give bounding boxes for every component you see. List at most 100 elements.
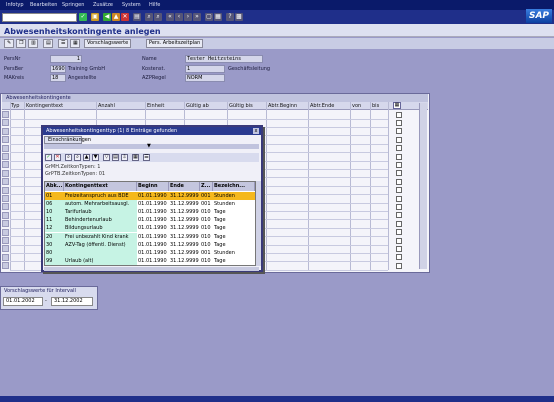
col-gueltig-bis[interactable]: Gültig bis xyxy=(229,103,253,109)
row-selector[interactable] xyxy=(2,111,9,118)
row-selector[interactable] xyxy=(2,153,9,160)
popcol-beginn[interactable]: Beginn xyxy=(137,182,169,191)
table-scrollbar[interactable] xyxy=(419,103,427,269)
delete-icon[interactable]: ▥ xyxy=(28,39,38,48)
row-selector[interactable] xyxy=(2,237,9,244)
back-icon[interactable]: ◀ xyxy=(103,13,111,21)
row-selector[interactable] xyxy=(2,245,9,253)
find-icon[interactable]: ⌕ xyxy=(65,154,72,161)
row-selector[interactable] xyxy=(2,211,9,219)
print-icon[interactable]: ▤ xyxy=(133,13,141,21)
row-checkbox[interactable] xyxy=(396,187,402,194)
col-von[interactable]: von xyxy=(352,103,361,109)
vorschlagswerte-button[interactable]: Vorschlagswerte xyxy=(84,39,132,48)
row-checkbox[interactable] xyxy=(396,161,402,168)
makreis-code-field[interactable]: 18 xyxy=(50,74,66,82)
find-next-icon[interactable]: ⌕ xyxy=(154,13,162,21)
export-icon[interactable]: ⇩ xyxy=(121,154,128,161)
new-session-icon[interactable]: ▢ xyxy=(205,13,213,21)
row-selector[interactable] xyxy=(2,127,9,135)
name-field[interactable]: Tester Heitzsteins xyxy=(185,55,263,63)
row-checkbox[interactable] xyxy=(396,136,402,143)
filter-icon[interactable]: ▽ xyxy=(103,154,110,161)
help-icon[interactable]: ? xyxy=(226,13,234,21)
cancel-icon[interactable]: ✕ xyxy=(121,13,129,21)
pers-arbeitszeitplan-button[interactable]: Pers. Arbeitszeitplan xyxy=(146,39,204,48)
list-icon[interactable]: ☰ xyxy=(58,39,68,48)
row-selector[interactable] xyxy=(2,220,9,228)
list-item[interactable]: 80 01.01.1990 31.12.9999 001 Stunden xyxy=(45,248,255,257)
row-checkbox[interactable] xyxy=(396,128,402,135)
col-anzahl[interactable]: Anzahl xyxy=(98,103,115,109)
row-checkbox[interactable] xyxy=(396,153,402,160)
list-item[interactable]: 11 Behindertenurlaub 01.01.1990 31.12.9999 0… xyxy=(45,216,255,225)
menu-hilfe[interactable]: Hilfe xyxy=(149,2,160,8)
cancel-icon[interactable]: ✕ xyxy=(54,154,61,161)
list-item[interactable]: 20 Frei unbezahlt Kind krank 01.01.1990 31.… xyxy=(45,232,255,241)
find-next-icon[interactable]: ⌕ xyxy=(74,154,81,161)
row-selector[interactable] xyxy=(2,169,9,177)
row-checkbox[interactable] xyxy=(396,262,402,269)
first-page-icon[interactable]: « xyxy=(166,13,174,21)
find-icon[interactable]: ⌕ xyxy=(145,13,153,21)
row-checkbox[interactable] xyxy=(396,254,402,261)
row-checkbox[interactable] xyxy=(396,119,402,126)
row-checkbox[interactable] xyxy=(396,170,402,177)
menu-system[interactable]: System xyxy=(122,2,141,8)
confirm-icon[interactable]: ✓ xyxy=(45,154,52,161)
menu-bearbeiten[interactable]: Bearbeiten xyxy=(30,2,57,8)
table-settings-icon[interactable]: ▦ xyxy=(393,102,401,109)
popcol-kontingenttext[interactable]: Kontingenttext xyxy=(64,182,137,191)
row-checkbox[interactable] xyxy=(396,195,402,202)
next-page-icon[interactable]: › xyxy=(184,13,192,21)
popcol-bezeichnung[interactable]: Bezeichn... xyxy=(213,182,255,191)
col-gueltig-ab[interactable]: Gültig ab xyxy=(186,103,209,109)
popcol-z[interactable]: Z... xyxy=(200,182,213,191)
row-selector[interactable] xyxy=(2,195,9,202)
list-item[interactable]: 30 AZV-Tag (öffentl. Dienst) 01.01.1990 31.… xyxy=(45,240,255,249)
shortcut-icon[interactable]: ▦ xyxy=(214,13,222,21)
row-checkbox[interactable] xyxy=(396,237,402,244)
edit-icon[interactable]: ✎ xyxy=(4,39,14,48)
menu-infotyp[interactable]: Infotyp xyxy=(6,2,24,8)
popcol-ende[interactable]: Ende xyxy=(169,182,200,191)
save-icon[interactable]: ▣ xyxy=(91,13,99,21)
sort-asc-icon[interactable]: ▲ xyxy=(83,154,90,161)
row-checkbox[interactable] xyxy=(396,245,402,252)
detail-icon[interactable]: ▦ xyxy=(70,39,80,48)
row-selector[interactable] xyxy=(2,136,9,144)
row-checkbox[interactable] xyxy=(396,145,402,152)
list-item[interactable]: 10 Tarifurlaub 01.01.1990 31.12.9999 010 Tage xyxy=(45,208,255,217)
row-selector[interactable] xyxy=(2,178,9,186)
list-item[interactable]: 01 Freizeitanspruch aus BDE 01.01.1990 31.1… xyxy=(45,192,255,200)
close-icon[interactable]: x xyxy=(253,128,259,134)
copy-icon[interactable]: ❐ xyxy=(16,39,26,48)
row-checkbox[interactable] xyxy=(396,111,402,118)
dialog-scrollbar[interactable] xyxy=(256,181,261,266)
row-selector[interactable] xyxy=(2,203,9,211)
row-checkbox[interactable] xyxy=(396,229,402,236)
row-selector[interactable] xyxy=(2,186,9,194)
row-selector[interactable] xyxy=(2,161,9,169)
persber-code-field[interactable]: 1690 xyxy=(50,65,66,73)
list-item[interactable]: 12 Bildungsurlaub 01.01.1990 31.12.9999 010 T… xyxy=(45,224,255,233)
kostenst-field[interactable]: 1 xyxy=(185,65,225,73)
row-selector[interactable] xyxy=(2,228,9,236)
row-selector[interactable] xyxy=(2,144,9,152)
menu-zusaetze[interactable]: Zusätze xyxy=(93,2,113,8)
list-item[interactable]: 99 Urlaub (alt) 01.01.1990 31.12.9999 010 Tag… xyxy=(45,256,255,265)
row-checkbox[interactable] xyxy=(396,178,402,185)
restriction-toggle[interactable]: ▼ xyxy=(44,143,259,149)
col-einheit[interactable]: Einheit xyxy=(147,103,164,109)
row-checkbox[interactable] xyxy=(396,203,402,210)
last-page-icon[interactable]: » xyxy=(193,13,201,21)
row-selector[interactable] xyxy=(2,119,9,127)
enter-icon[interactable]: ✓ xyxy=(79,13,87,21)
layout-icon[interactable]: ▦ xyxy=(132,154,139,161)
print-icon[interactable]: ▤ xyxy=(112,154,119,161)
popcol-abk[interactable]: Abk... xyxy=(45,182,64,191)
row-selector[interactable] xyxy=(2,262,9,270)
interval-from-field[interactable]: 01.01.2002 xyxy=(3,297,43,306)
interval-to-field[interactable]: 31.12.2002 xyxy=(51,297,93,306)
col-abtr-beginn[interactable]: Abtr.Beginn xyxy=(268,103,297,109)
